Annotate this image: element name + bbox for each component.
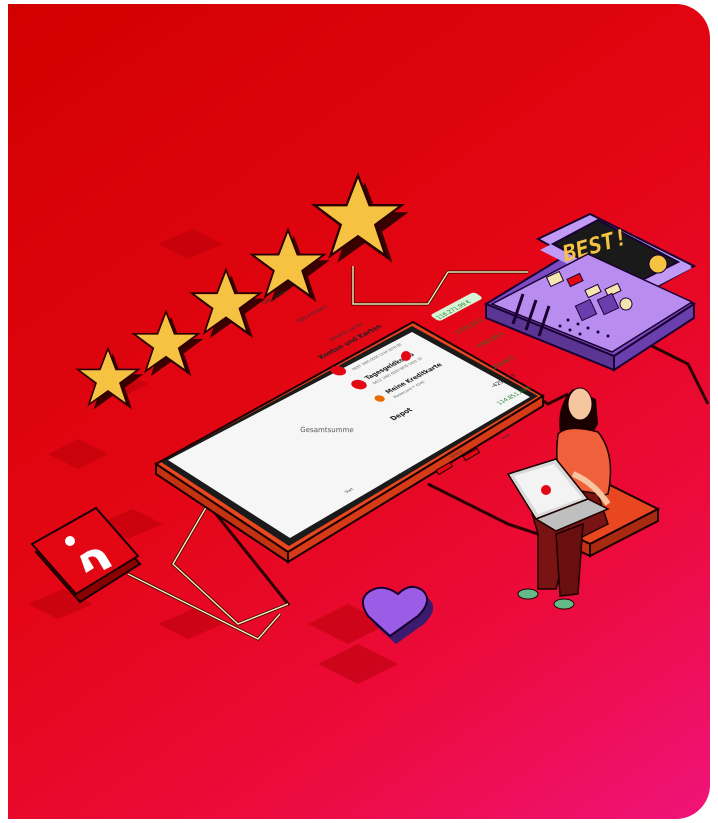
account-amount: 3.424,05 € (454, 318, 486, 336)
illustration-canvas: BEST! Gesamtsumme Geld senden Geld anfor… (28, 172, 710, 684)
hero-illustration: BEST! Gesamtsumme Geld senden Geld anfor… (8, 4, 710, 819)
tab-profil[interactable]: Profil (501, 433, 512, 439)
star-icon (249, 227, 330, 303)
smiley-icon (648, 254, 668, 274)
heart-icon (361, 585, 434, 644)
action-geld-anfordern[interactable]: Geld anfordern (295, 305, 330, 324)
account-amount: 3.693,40 € (475, 332, 507, 350)
star-icon (131, 309, 204, 377)
star-icon (189, 267, 266, 339)
depot-amount: 250,00 € (491, 355, 518, 370)
rating-device: BEST! (483, 212, 697, 372)
star-icon (310, 172, 409, 263)
summary-label: Gesamtsumme (300, 425, 353, 434)
star-icon (75, 346, 144, 410)
laptop-logo-icon (541, 485, 551, 495)
woman-with-laptop (506, 387, 612, 610)
sparkasse-logo-icon (401, 351, 411, 361)
